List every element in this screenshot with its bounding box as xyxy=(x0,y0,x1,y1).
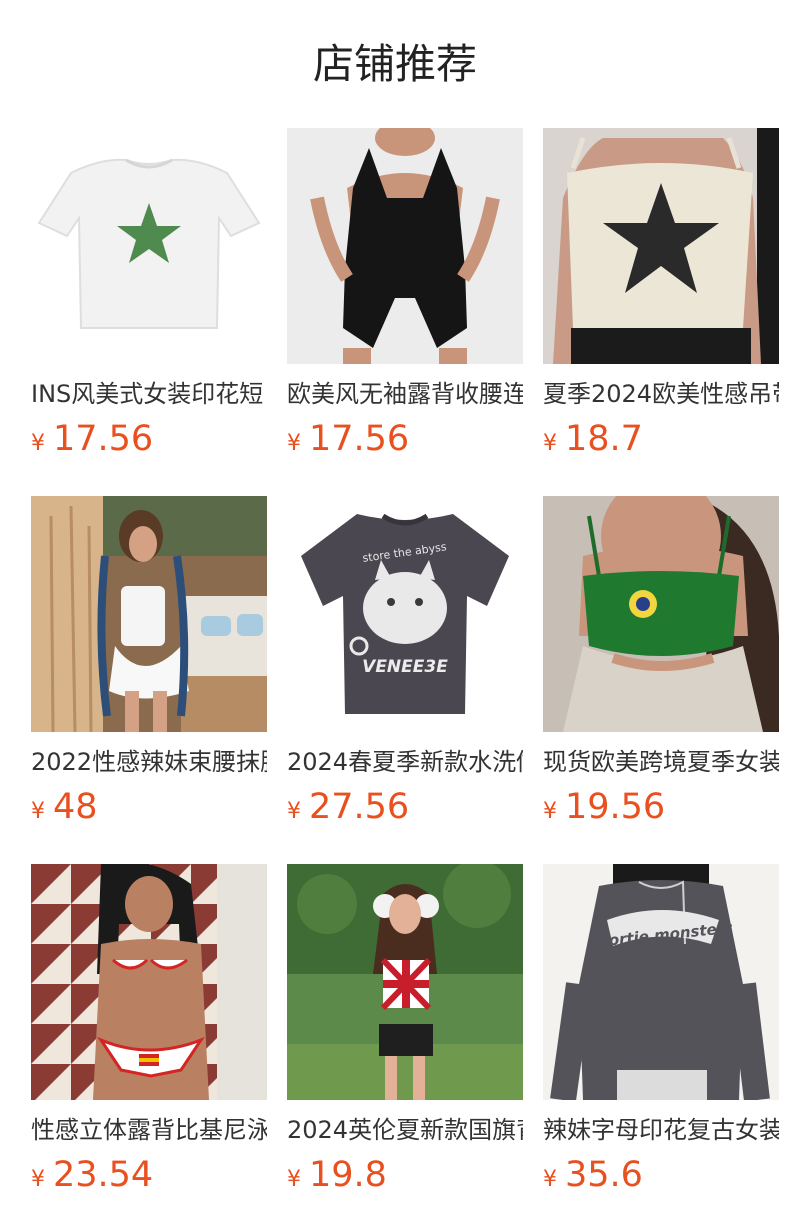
product-image[interactable] xyxy=(543,128,779,364)
price-amount: 35.6 xyxy=(565,1155,643,1195)
product-image[interactable] xyxy=(31,496,267,732)
price-amount: 19.56 xyxy=(565,787,666,827)
product-price: ¥19.8 xyxy=(287,1151,387,1199)
currency-symbol: ¥ xyxy=(31,799,45,824)
price-amount: 48 xyxy=(53,787,98,827)
product-image[interactable] xyxy=(287,864,523,1100)
product-price: ¥48 xyxy=(31,783,98,831)
price-amount: 17.56 xyxy=(53,419,154,459)
product-price: ¥17.56 xyxy=(287,415,409,463)
currency-symbol: ¥ xyxy=(287,1167,301,1192)
product-card[interactable]: store the abyss VENEE3E 2024春夏季新款水洗做 ¥27… xyxy=(287,496,523,836)
currency-symbol: ¥ xyxy=(31,431,45,456)
product-name[interactable]: 现货欧美跨境夏季女装 xyxy=(543,744,779,780)
price-amount: 23.54 xyxy=(53,1155,154,1195)
product-name[interactable]: 夏季2024欧美性感吊带 xyxy=(543,376,779,412)
product-card[interactable]: 欧美风无袖露背收腰连 ¥17.56 xyxy=(287,128,523,468)
product-card[interactable]: sportie monsters 辣妹字母印花复古女装 ¥35.6 xyxy=(543,864,779,1204)
currency-symbol: ¥ xyxy=(543,1167,557,1192)
currency-symbol: ¥ xyxy=(543,799,557,824)
product-price: ¥17.56 xyxy=(31,415,153,463)
price-amount: 19.8 xyxy=(309,1155,387,1195)
product-image[interactable] xyxy=(543,496,779,732)
price-amount: 18.7 xyxy=(565,419,643,459)
product-name[interactable]: INS风美式女装印花短 xyxy=(31,376,267,412)
product-price: ¥35.6 xyxy=(543,1151,643,1199)
product-price: ¥19.56 xyxy=(543,783,665,831)
product-name[interactable]: 2022性感辣妹束腰抹胸 xyxy=(31,744,267,780)
product-name[interactable]: 辣妹字母印花复古女装 xyxy=(543,1112,779,1148)
currency-symbol: ¥ xyxy=(543,431,557,456)
svg-text:VENEE3E: VENEE3E xyxy=(362,657,448,677)
price-amount: 27.56 xyxy=(309,787,410,827)
product-grid: INS风美式女装印花短 ¥17.56 欧美风无袖露背收腰连 ¥17.56 夏季2… xyxy=(0,0,790,1232)
product-name[interactable]: 欧美风无袖露背收腰连 xyxy=(287,376,523,412)
product-card[interactable]: 夏季2024欧美性感吊带 ¥18.7 xyxy=(543,128,779,468)
price-amount: 17.56 xyxy=(309,419,410,459)
product-image[interactable] xyxy=(287,128,523,364)
product-name[interactable]: 2024英伦夏新款国旗背 xyxy=(287,1112,523,1148)
product-name[interactable]: 性感立体露背比基尼泳 xyxy=(31,1112,267,1148)
product-card[interactable]: INS风美式女装印花短 ¥17.56 xyxy=(31,128,267,468)
product-price: ¥18.7 xyxy=(543,415,643,463)
product-card[interactable]: 2022性感辣妹束腰抹胸 ¥48 xyxy=(31,496,267,836)
product-price: ¥27.56 xyxy=(287,783,409,831)
currency-symbol: ¥ xyxy=(287,431,301,456)
product-card[interactable]: 性感立体露背比基尼泳 ¥23.54 xyxy=(31,864,267,1204)
product-image[interactable] xyxy=(31,128,267,364)
product-image[interactable]: sportie monsters xyxy=(543,864,779,1100)
currency-symbol: ¥ xyxy=(287,799,301,824)
product-card[interactable]: 2024英伦夏新款国旗背 ¥19.8 xyxy=(287,864,523,1204)
product-image[interactable]: store the abyss VENEE3E xyxy=(287,496,523,732)
product-image[interactable] xyxy=(31,864,267,1100)
product-name[interactable]: 2024春夏季新款水洗做 xyxy=(287,744,523,780)
product-price: ¥23.54 xyxy=(31,1151,153,1199)
product-card[interactable]: 现货欧美跨境夏季女装 ¥19.56 xyxy=(543,496,779,836)
currency-symbol: ¥ xyxy=(31,1167,45,1192)
